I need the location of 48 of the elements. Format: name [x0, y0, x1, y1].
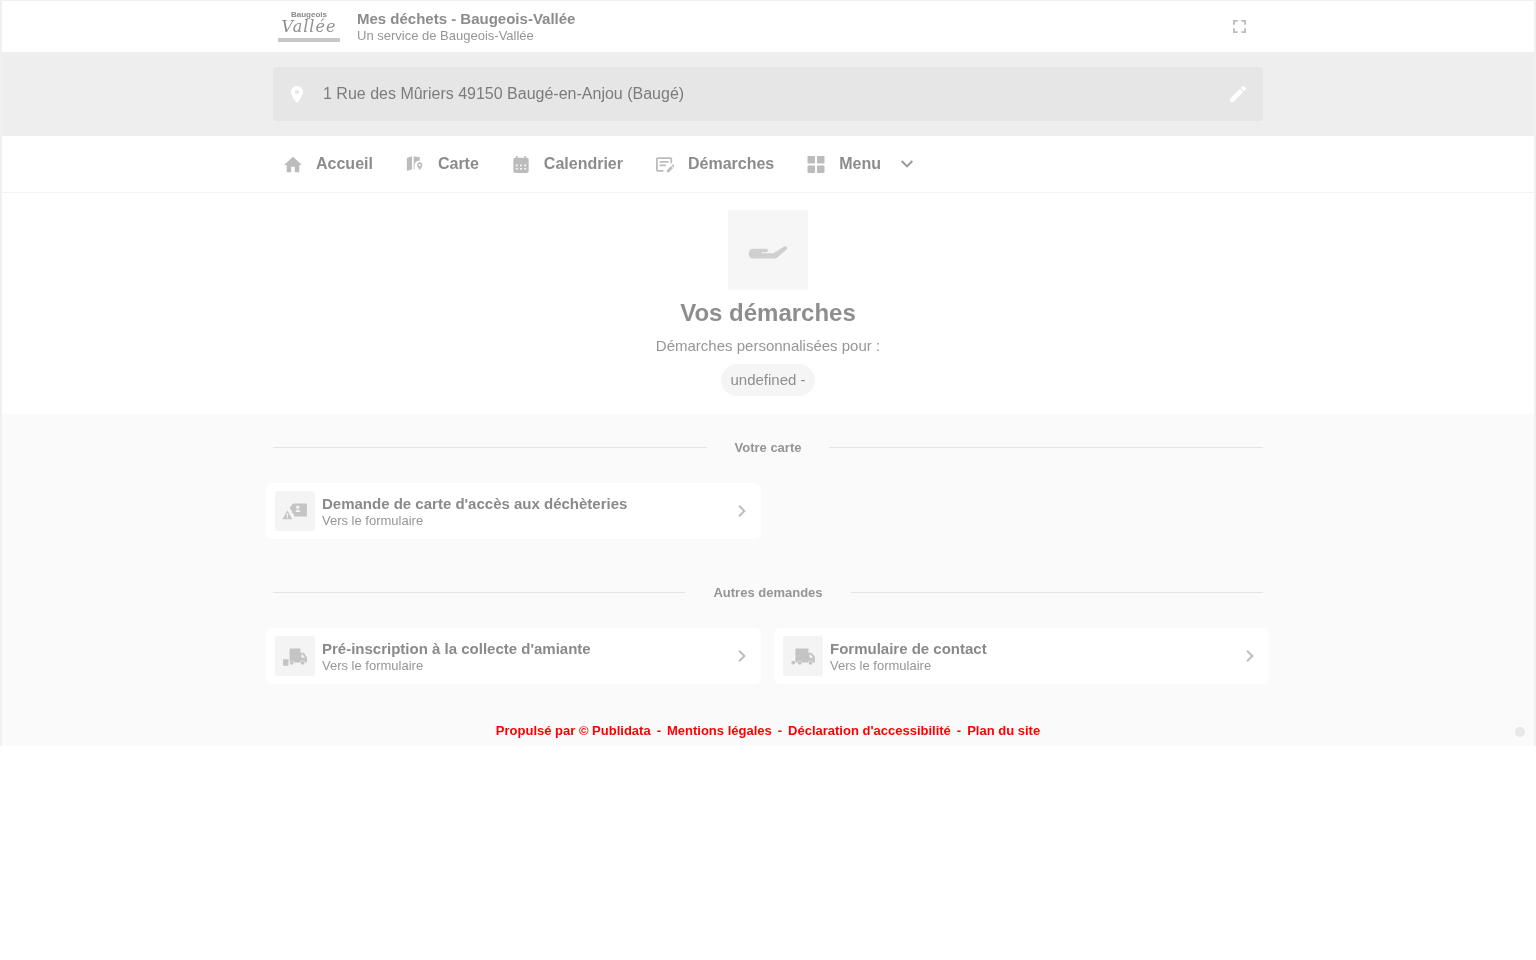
footer-separator: - — [956, 723, 962, 738]
nav-link[interactable]: Démarches — [655, 155, 775, 173]
chevron-right-icon — [738, 650, 746, 662]
map-pin-icon — [405, 155, 424, 173]
footer-link[interactable]: Déclaration d'accessibilité — [788, 723, 951, 738]
nav-link[interactable]: Calendrier — [511, 155, 623, 173]
card-title: Pré-inscription à la collecte d'amiante — [322, 638, 592, 658]
nav-link[interactable]: Carte — [405, 155, 479, 173]
truck-icon — [275, 636, 315, 676]
id-card-icon — [275, 491, 315, 531]
footer-separator: - — [656, 723, 661, 738]
footer-link[interactable]: Plan du site — [967, 723, 1041, 738]
card-title: Demande de carte d'accès aux déchèteries — [322, 493, 629, 513]
section-heading: Autres demandes — [713, 585, 823, 600]
footer-separator: - — [777, 723, 783, 738]
form-link-card[interactable]: Demande de carte d'accès aux déchèteries Vers le formulaire — [266, 483, 761, 539]
calendar-icon — [511, 155, 530, 173]
footer-link[interactable]: Propulsé par © Publidata — [495, 723, 651, 738]
page-heading: Vos démarches — [680, 298, 856, 328]
form-link-card[interactable]: Formulaire de contact Vers le formulaire — [774, 628, 1269, 684]
card-subtitle: Vers le formulaire — [830, 657, 933, 674]
card-title: Formulaire de contact — [830, 638, 988, 658]
location-pin-icon — [291, 85, 303, 103]
card-subtitle: Vers le formulaire — [322, 512, 425, 529]
edit-icon[interactable] — [1230, 86, 1246, 102]
address-field[interactable]: 1 Rue des Mûriers 49150 Baugé-en-Anjou (Baugé) — [273, 67, 1263, 121]
truck-icon — [783, 636, 823, 676]
edit-note-icon — [655, 155, 674, 173]
page-subtitle: Démarches personnalisées pour : — [655, 336, 881, 356]
grid-icon — [807, 155, 826, 173]
menu-dropdown[interactable]: Menu — [807, 155, 914, 173]
chevron-right-icon — [1246, 650, 1254, 662]
section-heading: Votre carte — [734, 440, 802, 455]
address-text: 1 Rue des Mûriers 49150 Baugé-en-Anjou (Baugé) — [323, 85, 686, 103]
nav-link[interactable]: Accueil — [284, 155, 373, 173]
form-link-card[interactable]: Pré-inscription à la collecte d'amiante Vers le formulaire — [266, 628, 761, 684]
fullscreen-icon[interactable] — [1233, 20, 1246, 33]
logo-wordmark: Baugeois — [291, 9, 327, 19]
logo-stripe-icon — [278, 37, 340, 42]
app-subtitle: Un service de Baugeois-Vallée — [357, 28, 535, 43]
footer-link[interactable]: Mentions légales — [666, 723, 772, 738]
home-icon — [284, 155, 302, 173]
profile-chip: undefined - — [721, 364, 815, 396]
app-title: Mes déchets - Baugeois-Vallée — [357, 10, 576, 28]
card-subtitle: Vers le formulaire — [322, 657, 425, 674]
hand-icon — [728, 210, 808, 290]
chevron-right-icon — [738, 505, 746, 517]
logo-script: Vallée — [281, 18, 337, 35]
